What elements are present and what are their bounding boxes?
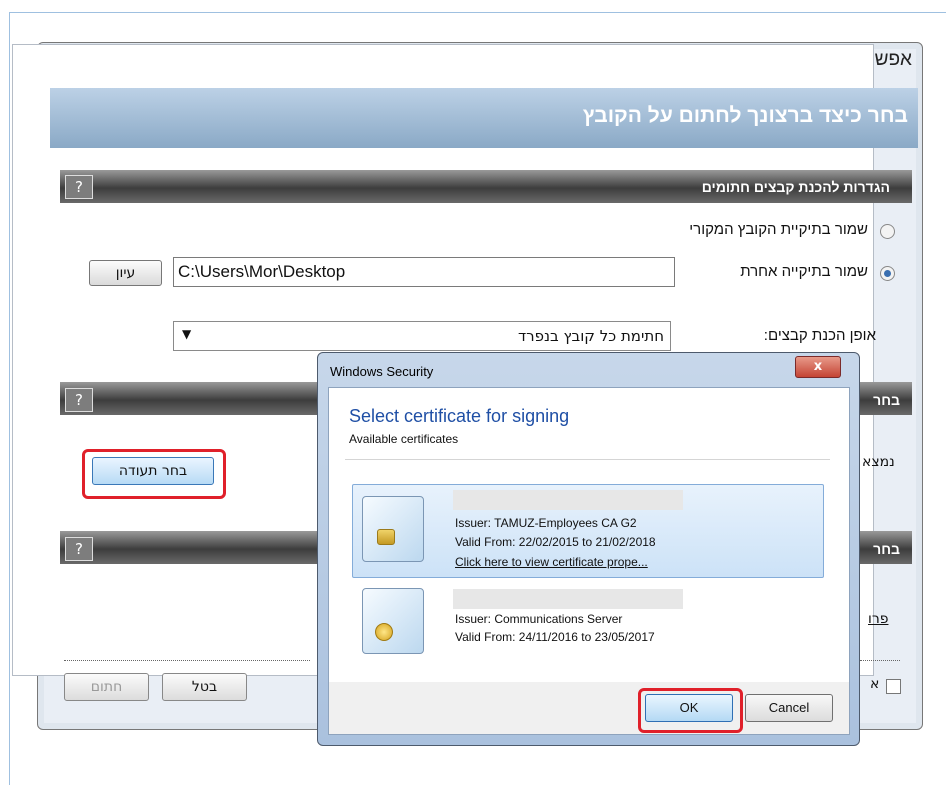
details-link[interactable]: פרו xyxy=(868,611,888,627)
sign-button[interactable]: חתום xyxy=(64,673,149,701)
ok-button[interactable]: OK xyxy=(645,694,733,722)
frame-border-top xyxy=(9,12,946,13)
certificate-issuer[interactable]: Issuer: Communications Server xyxy=(455,612,622,626)
certificate-issuer: Issuer: TAMUZ-Employees CA G2 xyxy=(455,516,637,530)
divider xyxy=(64,660,310,661)
choose-certificate-button[interactable]: בחר תעודה xyxy=(92,457,214,485)
section-title-third: בחר xyxy=(873,541,900,557)
frame-border-left xyxy=(9,12,10,785)
file-method-label: אופן הכנת קבצים: xyxy=(763,327,876,344)
help-button-third[interactable]: ? xyxy=(65,537,93,561)
certificate-validity: Valid From: 22/02/2015 to 21/02/2018 xyxy=(455,535,656,549)
radio-other-folder-label: שמור בתיקייה אחרת xyxy=(740,263,868,280)
security-dialog-title: Windows Security xyxy=(330,364,434,379)
option-checkbox-label: א xyxy=(870,676,880,692)
close-icon[interactable]: x xyxy=(795,356,841,378)
security-dialog-subheading: Available certificates xyxy=(349,432,459,446)
certificate-found-label: נמצא xyxy=(862,454,895,470)
radio-other-folder[interactable] xyxy=(880,266,895,281)
certificate-name-redacted xyxy=(453,589,683,609)
help-button-prepare[interactable]: ? xyxy=(65,175,93,199)
certificate-document-icon xyxy=(362,588,424,654)
divider xyxy=(860,660,900,661)
cancel-button[interactable]: בטל xyxy=(162,673,247,701)
smartcard-certificate-icon xyxy=(362,496,424,562)
browse-button[interactable]: עיון xyxy=(89,260,162,286)
certificate-name-redacted xyxy=(453,490,683,510)
certificate-validity[interactable]: Valid From: 24/11/2016 to 23/05/2017 xyxy=(455,630,655,644)
banner-heading: בחר כיצד ברצונך לחתום על הקובץ xyxy=(582,104,908,127)
radio-original-folder[interactable] xyxy=(880,224,895,239)
cancel-button[interactable]: Cancel xyxy=(745,694,833,722)
radio-original-folder-label: שמור בתיקיית הקובץ המקורי xyxy=(689,221,868,238)
divider xyxy=(345,459,830,460)
security-dialog-heading: Select certificate for signing xyxy=(349,406,570,426)
file-method-dropdown[interactable]: חתימת כל קובץ בנפרד ▼ xyxy=(173,321,671,351)
file-method-value: חתימת כל קובץ בנפרד xyxy=(517,327,664,345)
help-button-certificate[interactable]: ? xyxy=(65,388,93,412)
folder-path-input[interactable]: C:\Users\Mor\Desktop xyxy=(173,257,675,287)
view-certificate-properties-link[interactable]: Click here to view certificate prope... xyxy=(455,555,648,569)
option-checkbox[interactable] xyxy=(886,679,901,694)
chevron-down-icon: ▼ xyxy=(182,327,192,341)
section-title-prepare: הגדרות להכנת קבצים חתומים xyxy=(701,179,890,195)
section-title-certificate: בחר xyxy=(873,392,900,408)
